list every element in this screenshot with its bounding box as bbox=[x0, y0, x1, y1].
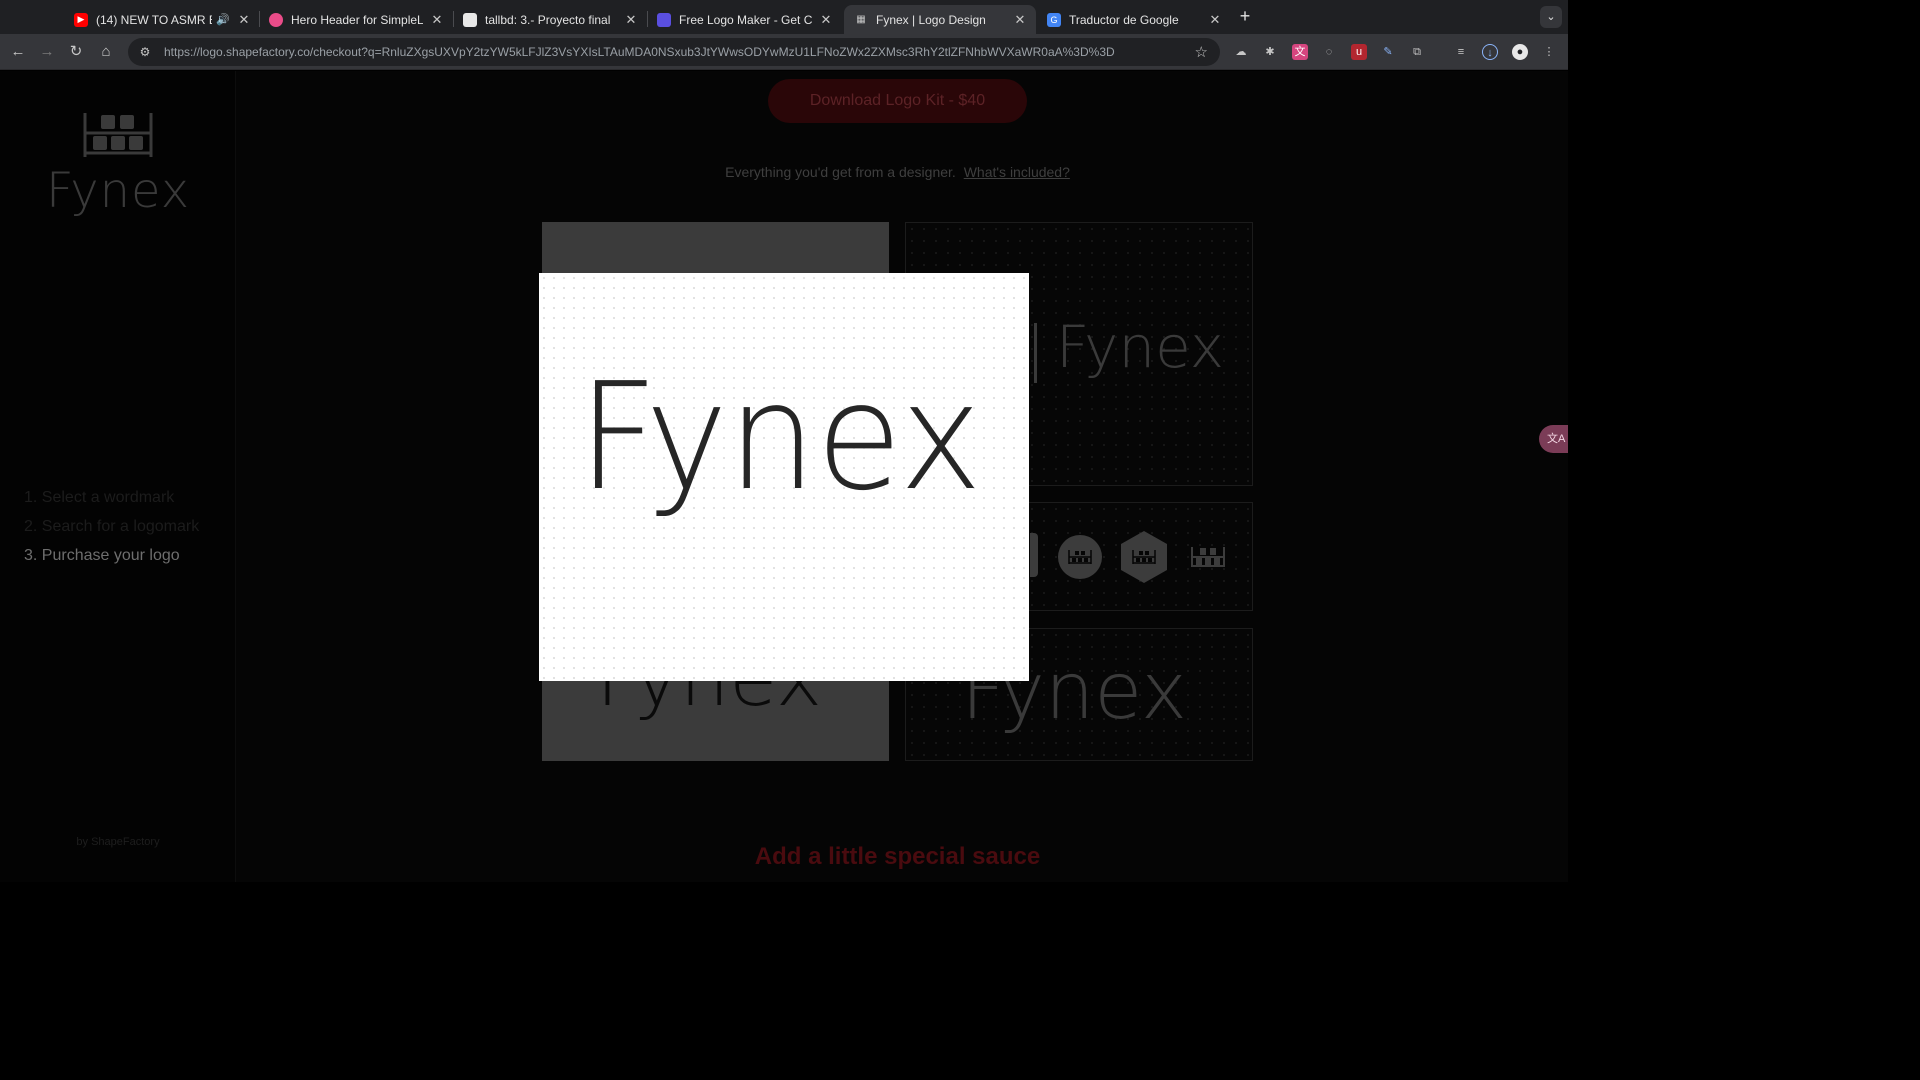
step-purchase-logo[interactable]: 3. Purchase your logo bbox=[24, 541, 199, 570]
pen-extension-icon[interactable]: ✎ bbox=[1380, 44, 1396, 60]
designer-line: Everything you'd get from a designer. Wh… bbox=[560, 164, 1235, 180]
logo-maker-icon bbox=[657, 12, 671, 27]
tab-title: Fynex | Logo Design bbox=[876, 12, 986, 27]
close-icon[interactable]: ✕ bbox=[236, 12, 252, 28]
square-icon bbox=[1030, 533, 1038, 577]
address-bar[interactable]: ⚙ https://logo.shapefactory.co/checkout?… bbox=[128, 38, 1220, 66]
tab-fynex[interactable]: ▦ Fynex | Logo Design ✕ bbox=[844, 5, 1036, 34]
close-icon[interactable]: ✕ bbox=[1012, 12, 1028, 28]
step-select-wordmark[interactable]: 1. Select a wordmark bbox=[24, 483, 199, 512]
tab-youtube[interactable]: ▶ (14) NEW TO ASMR BUT I 🔊 ✕ bbox=[64, 5, 260, 34]
tab-title: tallbd: 3.- Proyecto final bbox=[485, 12, 611, 27]
new-tab-button[interactable]: + bbox=[1236, 7, 1254, 25]
modal-wordmark: Fynex bbox=[578, 370, 982, 523]
special-sauce-heading: Add a little special sauce bbox=[754, 843, 1041, 870]
tab-translate[interactable]: G Traductor de Google ✕ bbox=[1037, 5, 1231, 34]
hexagon-logo-icon bbox=[1121, 531, 1167, 583]
whats-included-link[interactable]: What's included? bbox=[964, 164, 1070, 180]
url-text[interactable]: https://logo.shapefactory.co/checkout?q=… bbox=[164, 45, 1184, 59]
extensions-icon[interactable]: ⧉ bbox=[1409, 44, 1425, 60]
tab-logo-maker[interactable]: Free Logo Maker - Get Custom ✕ bbox=[647, 5, 842, 34]
download-logo-kit-button[interactable]: Download Logo Kit - $40 bbox=[768, 79, 1027, 123]
site-settings-icon[interactable]: ⚙ bbox=[136, 45, 154, 59]
cloud-extension-icon[interactable]: ☁ bbox=[1233, 44, 1249, 60]
circle-logo-icon bbox=[1058, 535, 1102, 579]
shelves-logo-icon bbox=[1132, 550, 1156, 564]
tab-title: Free Logo Maker - Get Custom bbox=[679, 12, 812, 27]
tab-title: (14) NEW TO ASMR BUT I bbox=[96, 12, 212, 27]
close-icon[interactable]: ✕ bbox=[429, 12, 445, 28]
circle-extension-icon[interactable]: ◌ bbox=[1321, 44, 1337, 60]
close-icon[interactable]: ✕ bbox=[818, 12, 834, 28]
translate-extension-icon[interactable]: 文 bbox=[1292, 44, 1308, 60]
tile-wordmark: Fynex bbox=[1056, 313, 1225, 381]
dribbble-icon bbox=[269, 12, 283, 27]
profile-avatar[interactable]: ● bbox=[1512, 44, 1528, 60]
step-search-logomark[interactable]: 2. Search for a logomark bbox=[24, 512, 199, 541]
byline[interactable]: by ShapeFactory bbox=[0, 836, 236, 848]
tab-search-button[interactable]: ⌄ bbox=[1540, 6, 1562, 28]
tab-tallbd[interactable]: tallbd: 3.- Proyecto final ✕ bbox=[453, 5, 647, 34]
download-icon[interactable]: ↓ bbox=[1482, 44, 1498, 60]
ublock-extension-icon[interactable]: u bbox=[1351, 44, 1367, 60]
home-icon[interactable]: ⌂ bbox=[96, 42, 116, 62]
google-translate-icon: G bbox=[1047, 12, 1061, 27]
shelves-logo-icon bbox=[1068, 550, 1092, 564]
tab-title: Traductor de Google bbox=[1069, 12, 1179, 27]
bookmark-star-icon[interactable]: ☆ bbox=[1195, 43, 1208, 61]
tab-strip: ▶ (14) NEW TO ASMR BUT I 🔊 ✕ Hero Header… bbox=[0, 0, 1568, 34]
speaker-icon[interactable]: 🔊 bbox=[216, 13, 230, 26]
media-control-icon[interactable]: ≡ bbox=[1453, 44, 1469, 60]
translate-fab-icon[interactable]: 文A bbox=[1539, 425, 1568, 453]
shelves-logo-icon bbox=[1191, 547, 1225, 567]
forward-icon[interactable]: → bbox=[37, 42, 57, 62]
shelves-logo-icon bbox=[83, 113, 153, 157]
shapefactory-icon: ▦ bbox=[856, 14, 866, 25]
tab-title: Hero Header for SimpleList by bbox=[291, 12, 423, 27]
browser-toolbar: ← → ↻ ⌂ ⚙ https://logo.shapefactory.co/c… bbox=[0, 34, 1568, 70]
tab-dribbble[interactable]: Hero Header for SimpleList by ✕ bbox=[259, 5, 453, 34]
modal-wordmark-text: Fynex bbox=[578, 370, 982, 523]
designer-text: Everything you'd get from a designer. bbox=[725, 164, 956, 180]
puzzle-extension-icon[interactable]: ✱ bbox=[1262, 44, 1278, 60]
close-icon[interactable]: ✕ bbox=[1207, 12, 1223, 28]
checkout-steps: 1. Select a wordmark 2. Search for a log… bbox=[24, 483, 199, 570]
page-icon bbox=[463, 12, 477, 27]
youtube-icon: ▶ bbox=[74, 12, 88, 27]
back-icon[interactable]: ← bbox=[8, 42, 28, 62]
logo-divider bbox=[1034, 323, 1037, 383]
close-icon[interactable]: ✕ bbox=[623, 12, 639, 28]
reload-icon[interactable]: ↻ bbox=[66, 42, 86, 62]
more-menu-icon[interactable]: ⋮ bbox=[1541, 44, 1557, 60]
sidebar-wordmark: Fynex bbox=[46, 163, 191, 219]
page-content: Fynex 1. Select a wordmark 2. Search for… bbox=[0, 71, 1568, 882]
sidebar: Fynex 1. Select a wordmark 2. Search for… bbox=[0, 71, 236, 882]
